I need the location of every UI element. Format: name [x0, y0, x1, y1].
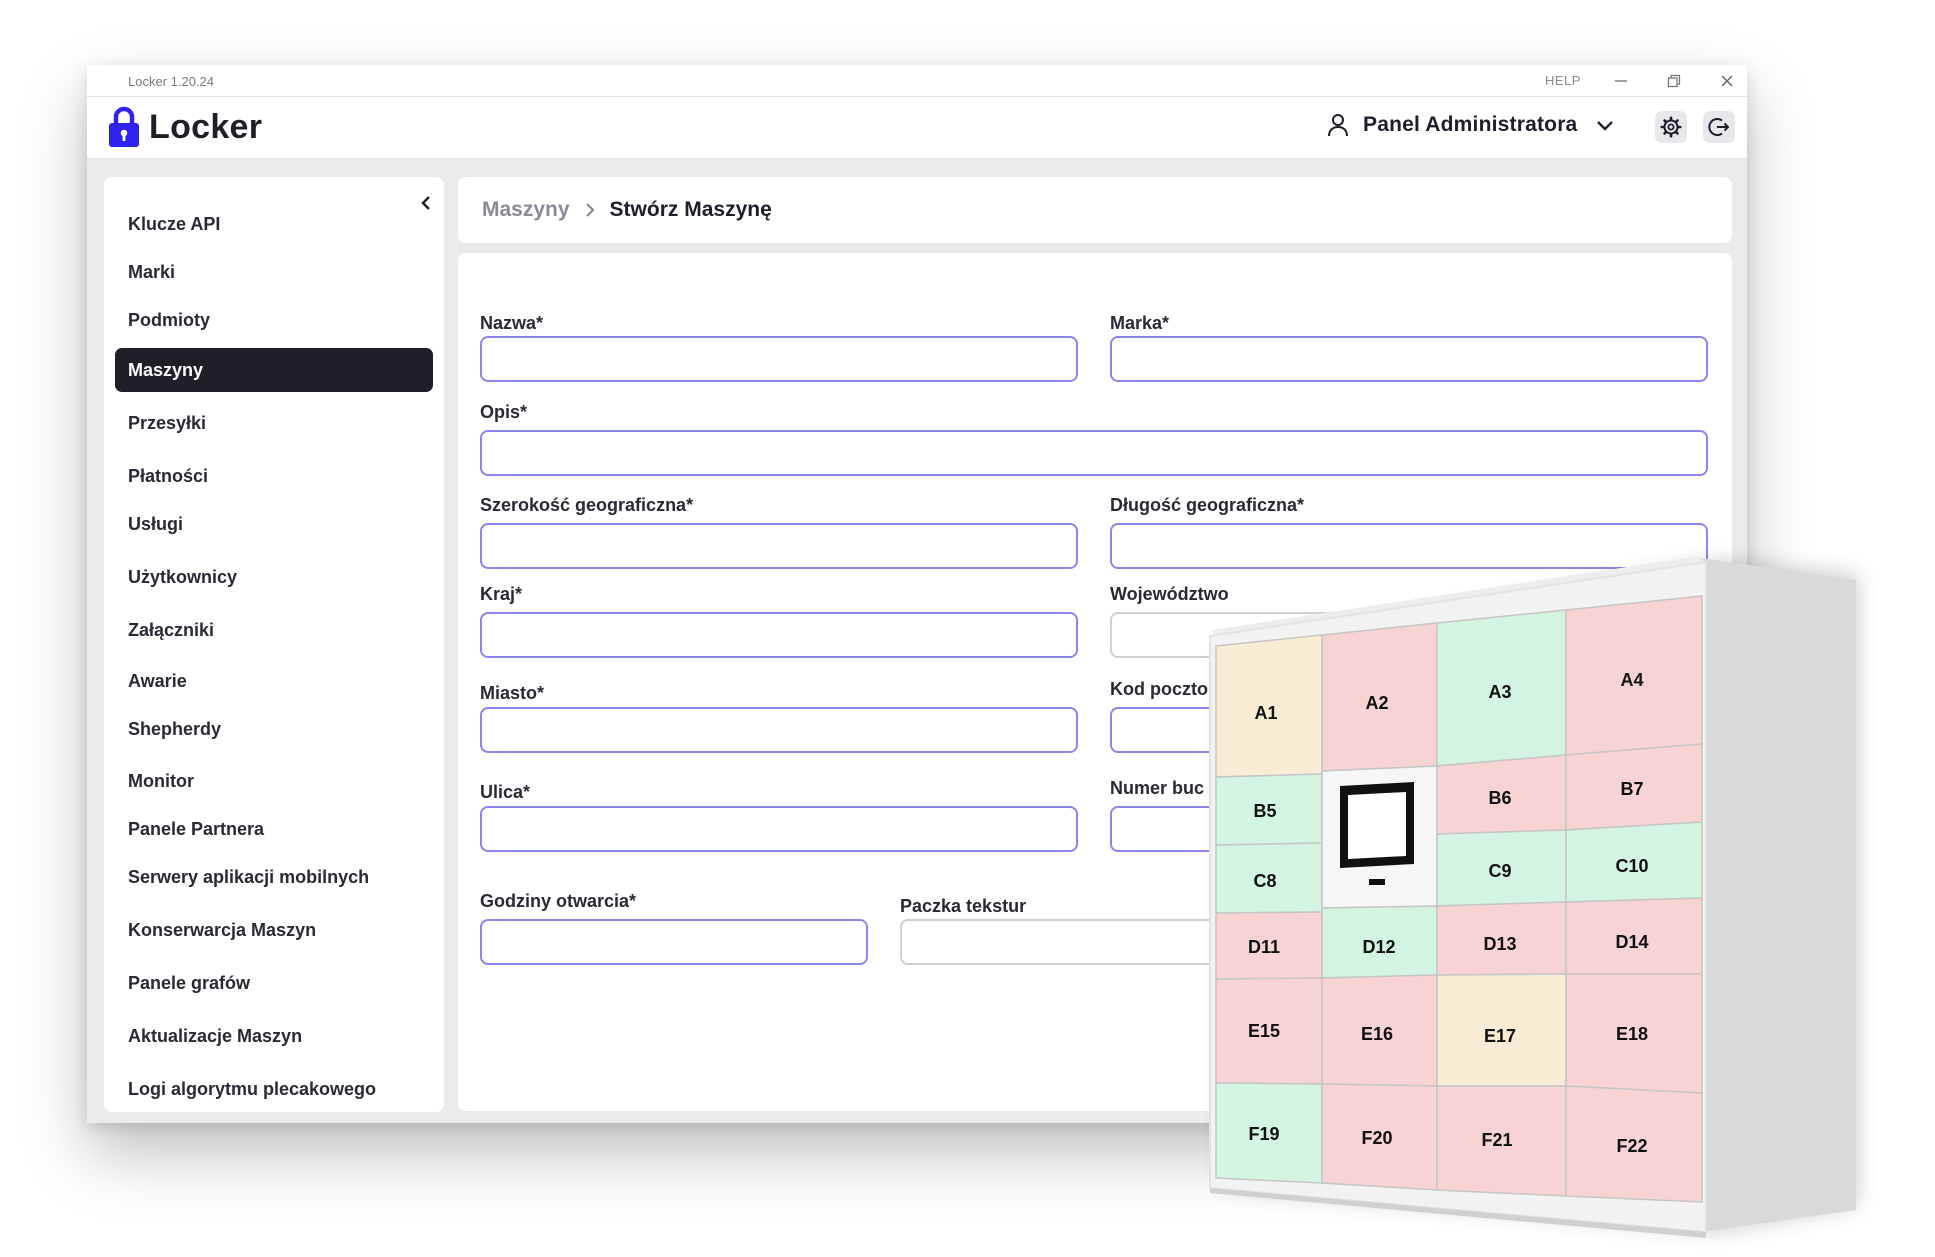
sidebar-item-platnosci[interactable]: Płatności [115, 454, 433, 498]
sidebar-item-serwery-aplikacji[interactable]: Serwery aplikacji mobilnych [115, 855, 433, 899]
sidebar-item-label: Logi algorytmu plecakowego [128, 1078, 377, 1099]
user-menu[interactable]: Panel Administratora [1327, 113, 1615, 137]
chevron-down-icon [1597, 121, 1614, 131]
sidebar-item-label: Aktualizacje Maszyn [128, 1025, 303, 1046]
app-window: Locker 1.20.24 HELP Locker Panel Adminis… [87, 65, 1747, 1123]
sidebar-item-podmioty[interactable]: Podmioty [115, 298, 433, 342]
locker-cell-label: F21 [1481, 1130, 1512, 1150]
paczka-label: Paczka tekstur [900, 896, 1027, 916]
sidebar-item-label: Monitor [128, 770, 194, 791]
sidebar-item-label: Płatności [128, 465, 209, 486]
help-link[interactable]: HELP [1545, 73, 1581, 88]
kod-pocztowy-label: Kod poczto [1110, 679, 1208, 699]
sidebar: Klucze API Marki Podmioty Maszyny Przesy… [104, 177, 444, 1112]
app-logo[interactable]: Locker [108, 106, 262, 148]
ulica-input[interactable] [480, 806, 1078, 852]
marka-input[interactable] [1110, 336, 1708, 382]
locker-cell-label: F19 [1248, 1124, 1279, 1144]
locker-cell-label: F22 [1616, 1136, 1647, 1156]
sidebar-item-label: Serwery aplikacji mobilnych [128, 866, 370, 887]
create-machine-form: Nazwa* Marka* Opis* Szerokość geograficz… [458, 253, 1732, 1111]
logout-icon [1708, 118, 1730, 136]
breadcrumb-parent-link[interactable]: Maszyny [482, 198, 570, 222]
sidebar-item-label: Użytkownicy [128, 566, 238, 587]
sidebar-item-konserwarcja[interactable]: Konserwarcja Maszyn [115, 908, 433, 952]
app-header: Locker Panel Administratora [87, 97, 1747, 159]
chevron-right-icon [584, 201, 596, 219]
sidebar-item-label: Załączniki [128, 619, 215, 640]
sidebar-item-label: Panele grafów [128, 972, 251, 993]
ulica-label: Ulica* [480, 782, 531, 802]
sidebar-item-label: Usługi [128, 513, 184, 534]
godziny-label: Godziny otwarcia* [480, 891, 637, 911]
close-icon [1721, 75, 1733, 87]
numer-budynku-label: Numer buc [1110, 778, 1205, 798]
sidebar-item-maszyny[interactable]: Maszyny [115, 348, 433, 392]
sidebar-item-aktualizacje[interactable]: Aktualizacje Maszyn [115, 1014, 433, 1058]
kod-pocztowy-input[interactable] [1110, 707, 1708, 753]
sidebar-item-label: Panele Partnera [128, 818, 265, 839]
marka-label: Marka* [1110, 313, 1170, 333]
sidebar-item-uzytkownicy[interactable]: Użytkownicy [115, 555, 433, 599]
sidebar-item-panele-partnera[interactable]: Panele Partnera [115, 807, 433, 851]
sidebar-item-monitor[interactable]: Monitor [115, 759, 433, 803]
nazwa-input[interactable] [480, 336, 1078, 382]
sidebar-item-label: Klucze API [128, 213, 221, 234]
minimize-button[interactable] [1609, 70, 1633, 92]
sidebar-item-marki[interactable]: Marki [115, 250, 433, 294]
locker-cell-label: F20 [1361, 1128, 1392, 1148]
sidebar-item-label: Konserwarcja Maszyn [128, 919, 317, 940]
sidebar-item-label: Maszyny [128, 359, 204, 380]
nazwa-label: Nazwa* [480, 313, 544, 333]
sidebar-item-label: Shepherdy [128, 718, 222, 739]
szerokosc-label: Szerokość geograficzna* [480, 495, 694, 515]
wojewodztwo-label: Województwo [1110, 584, 1229, 604]
sidebar-item-logi-algorytmu[interactable]: Logi algorytmu plecakowego [115, 1067, 433, 1111]
sidebar-item-awarie[interactable]: Awarie [115, 659, 433, 703]
opis-label: Opis* [480, 402, 528, 422]
restore-button[interactable] [1662, 70, 1686, 92]
dlugosc-input[interactable] [1110, 523, 1708, 569]
sidebar-item-zalaczniki[interactable]: Załączniki [115, 608, 433, 652]
title-bar: Locker 1.20.24 HELP [87, 65, 1747, 97]
close-button[interactable] [1715, 70, 1739, 92]
page-title: Stwórz Maszynę [609, 198, 772, 221]
app-name: Locker [149, 107, 263, 146]
miasto-input[interactable] [480, 707, 1078, 753]
breadcrumb: Maszyny Stwórz Maszynę [458, 177, 1732, 243]
opis-input[interactable] [480, 430, 1708, 476]
settings-button[interactable] [1655, 111, 1687, 143]
sidebar-item-uslugi[interactable]: Usługi [115, 502, 433, 546]
kraj-label: Kraj* [480, 584, 523, 604]
lock-icon [109, 106, 139, 147]
kraj-input[interactable] [480, 612, 1078, 658]
miasto-label: Miasto* [480, 683, 545, 703]
logout-button[interactable] [1703, 111, 1735, 143]
sidebar-item-label: Przesyłki [128, 412, 207, 433]
dlugosc-label: Długość geograficzna* [1110, 495, 1305, 515]
sidebar-item-label: Podmioty [128, 309, 211, 330]
user-icon [1328, 114, 1348, 137]
paczka-select[interactable] [900, 919, 1290, 965]
sidebar-item-przesylki[interactable]: Przesyłki [115, 401, 433, 445]
gear-icon [1660, 116, 1682, 138]
restore-icon [1667, 74, 1681, 88]
numer-budynku-input[interactable] [1110, 806, 1708, 852]
godziny-input[interactable] [480, 919, 868, 965]
sidebar-item-panele-grafow[interactable]: Panele grafów [115, 961, 433, 1005]
window-title: Locker 1.20.24 [128, 74, 215, 89]
sidebar-item-label: Marki [128, 261, 176, 282]
user-menu-label: Panel Administratora [1363, 113, 1578, 136]
sidebar-item-label: Awarie [128, 670, 187, 691]
sidebar-item-klucze-api[interactable]: Klucze API [115, 202, 433, 246]
minimize-icon [1615, 80, 1627, 82]
sidebar-item-shepherdy[interactable]: Shepherdy [115, 707, 433, 751]
wojewodztwo-select[interactable] [1110, 612, 1708, 658]
szerokosc-input[interactable] [480, 523, 1078, 569]
